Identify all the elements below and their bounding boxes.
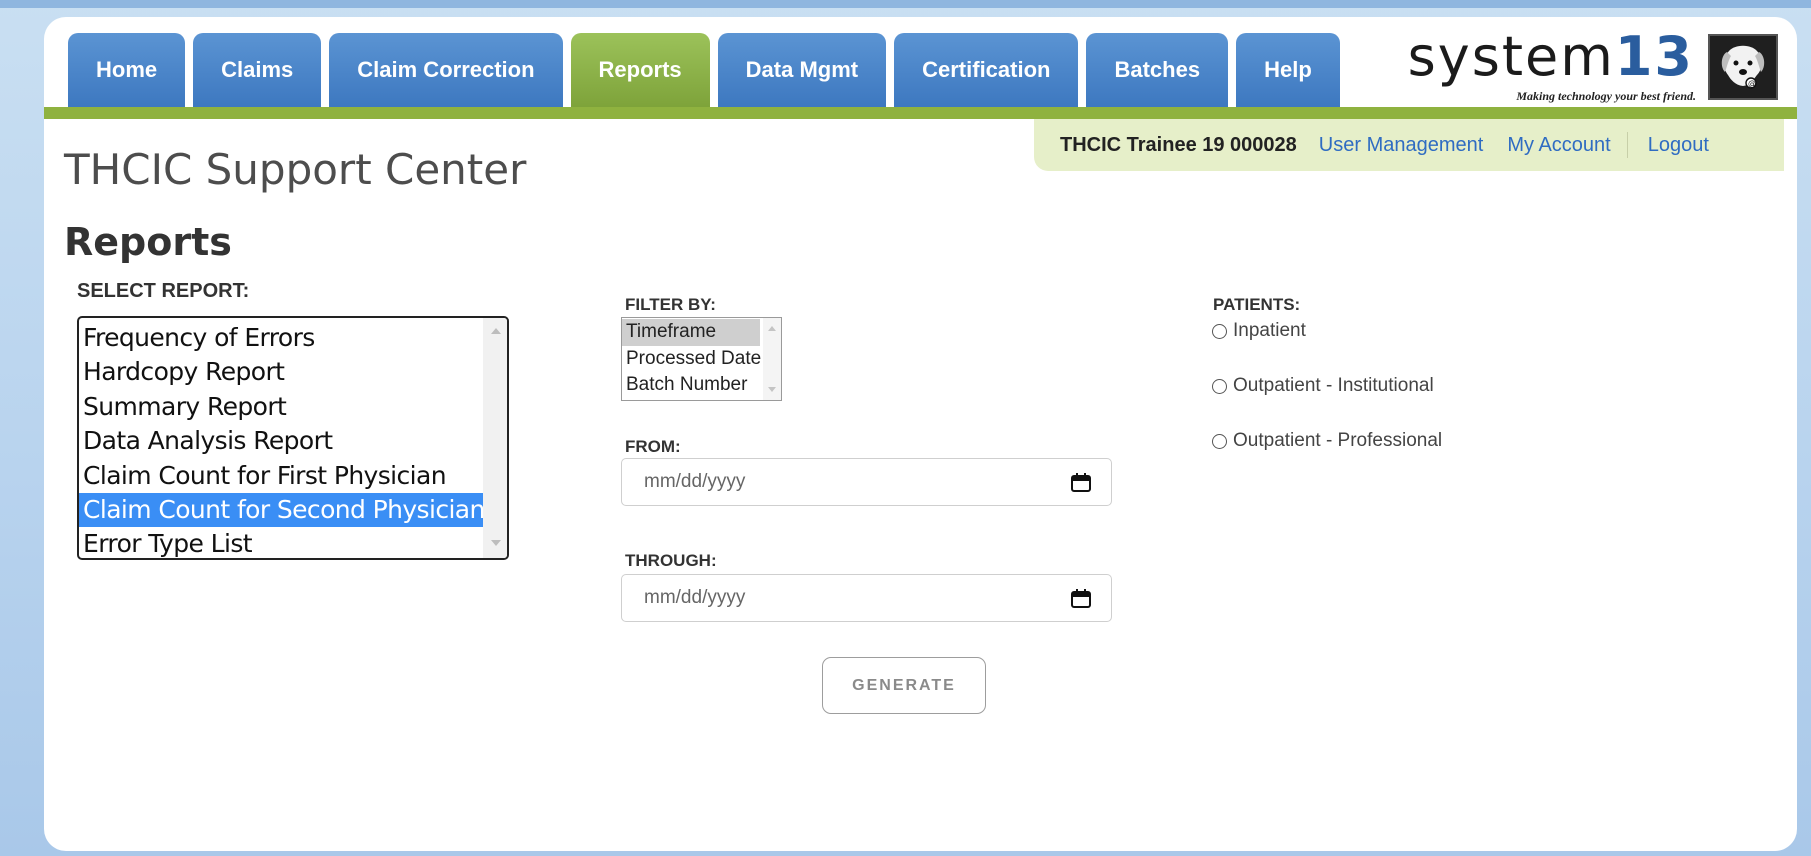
logo-wordmark: system [1407, 25, 1615, 88]
link-divider [1626, 132, 1628, 158]
tab-batches[interactable]: Batches [1086, 33, 1229, 107]
report-option[interactable]: Hardcopy Report [79, 355, 483, 389]
report-option[interactable]: Error Type List [79, 527, 483, 558]
tab-reports[interactable]: Reports [570, 33, 710, 107]
main-nav: Home Claims Claim Correction Reports Dat… [68, 33, 1340, 107]
scroll-up-arrow-icon[interactable] [768, 326, 776, 331]
page-title: Reports [64, 220, 232, 264]
radio-inpatient[interactable]: Inpatient [1212, 320, 1306, 342]
patients-label: PATIENTS: [1213, 295, 1301, 314]
radio-button-icon[interactable] [1212, 323, 1227, 339]
report-option[interactable]: Data Analysis Report [79, 424, 483, 458]
logo-tagline: Making technology your best friend. [1516, 89, 1696, 103]
nav-accent-bar [44, 107, 1797, 119]
my-account-link[interactable]: My Account [1507, 134, 1610, 157]
calendar-icon[interactable] [1071, 589, 1091, 608]
tab-certification[interactable]: Certification [894, 33, 1079, 107]
tab-claim-correction[interactable]: Claim Correction [329, 33, 563, 107]
user-name: THCIC Trainee 19 000028 [1060, 133, 1297, 156]
user-management-link[interactable]: User Management [1319, 134, 1484, 157]
scroll-up-arrow-icon[interactable] [491, 328, 501, 334]
radio-button-icon[interactable] [1212, 378, 1227, 394]
svg-text:@: @ [1748, 79, 1756, 88]
report-option[interactable]: Claim Count for First Physician [79, 459, 483, 493]
scroll-down-arrow-icon[interactable] [768, 387, 776, 392]
report-option[interactable]: Frequency of Errors [79, 321, 483, 355]
filter-option-selected[interactable]: Timeframe [622, 319, 760, 346]
user-bar: THCIC Trainee 19 000028 User Management … [1034, 119, 1784, 171]
filter-by-label: FILTER BY: [625, 295, 716, 314]
select-report-label: SELECT REPORT: [77, 280, 250, 302]
radio-outpatient-institutional[interactable]: Outpatient - Institutional [1212, 375, 1434, 397]
through-date-placeholder: mm/dd/yyyy [644, 587, 746, 608]
radio-outpatient-professional[interactable]: Outpatient - Professional [1212, 430, 1442, 452]
tab-home[interactable]: Home [68, 33, 186, 107]
through-date-input[interactable]: mm/dd/yyyy [621, 574, 1112, 622]
calendar-icon[interactable] [1071, 473, 1091, 492]
window-top-strip [0, 0, 1811, 8]
radio-label: Outpatient - Professional [1233, 430, 1443, 451]
tab-data-mgmt[interactable]: Data Mgmt [717, 33, 887, 107]
from-date-input[interactable]: mm/dd/yyyy [621, 458, 1112, 506]
dog-mascot-icon: @ [1708, 34, 1778, 100]
filter-option[interactable]: Processed Date [622, 346, 761, 373]
tab-help[interactable]: Help [1236, 33, 1340, 107]
filter-list-scrollbar[interactable] [763, 318, 781, 400]
report-option[interactable]: Summary Report [79, 390, 483, 424]
generate-button[interactable]: GENERATE [822, 657, 986, 714]
logo-number: 13 [1614, 25, 1694, 88]
site-title: THCIC Support Center [64, 145, 527, 194]
from-date-placeholder: mm/dd/yyyy [644, 471, 746, 492]
logout-link[interactable]: Logout [1648, 134, 1709, 157]
filter-option[interactable]: Batch Number [622, 372, 760, 399]
system13-logo: system13 Making technology your best fri… [1408, 25, 1780, 107]
radio-label: Inpatient [1233, 320, 1306, 341]
scroll-down-arrow-icon[interactable] [491, 540, 501, 546]
radio-button-icon[interactable] [1212, 433, 1227, 449]
tab-claims[interactable]: Claims [193, 33, 322, 107]
report-listbox[interactable]: Frequency of Errors Hardcopy Report Summ… [77, 316, 509, 560]
main-card: Home Claims Claim Correction Reports Dat… [44, 17, 1797, 851]
radio-label: Outpatient - Institutional [1233, 375, 1434, 396]
from-label: FROM: [625, 437, 681, 456]
report-option-selected[interactable]: Claim Count for Second Physician [79, 492, 485, 528]
through-label: THROUGH: [625, 551, 717, 570]
report-list-scrollbar[interactable] [483, 318, 507, 558]
filter-by-listbox[interactable]: Timeframe Processed Date Batch Number [621, 317, 782, 401]
